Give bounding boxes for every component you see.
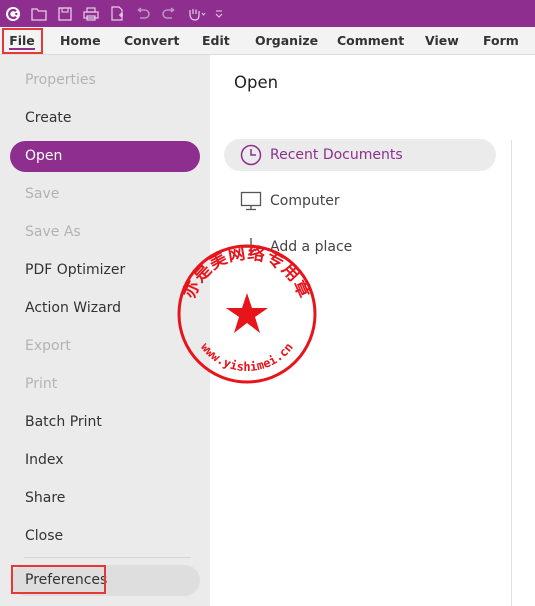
menu-item-pdf-optimizer[interactable]: PDF Optimizer (10, 255, 200, 286)
panel-divider (511, 140, 512, 606)
tab-comment[interactable]: Comment (337, 27, 404, 54)
menu-divider (24, 557, 191, 558)
menu-item-create[interactable]: Create (10, 103, 200, 134)
open-panel: Open Recent Documents Computer Add a pla… (210, 55, 535, 606)
option-recent-documents-label: Recent Documents (270, 147, 403, 163)
undo-icon[interactable] (130, 0, 156, 27)
ribbon-tabs: File Home Convert Edit Organize Comment … (0, 27, 535, 55)
menu-item-save-as[interactable]: Save As (10, 217, 200, 248)
option-computer-label: Computer (270, 193, 340, 209)
menu-item-save[interactable]: Save (10, 179, 200, 210)
hand-tool-icon[interactable] (182, 0, 212, 27)
option-recent-documents[interactable]: Recent Documents (224, 139, 496, 171)
app-logo-icon[interactable] (0, 0, 26, 27)
open-folder-icon[interactable] (26, 0, 52, 27)
menu-item-batch-print[interactable]: Batch Print (10, 407, 200, 438)
menu-item-share[interactable]: Share (10, 483, 200, 514)
file-tab-highlight-box (2, 28, 43, 54)
panel-title: Open (234, 73, 279, 92)
monitor-icon (240, 190, 262, 212)
tab-form[interactable]: Form (483, 27, 519, 54)
tab-home[interactable]: Home (60, 27, 101, 54)
menu-item-properties[interactable]: Properties (10, 65, 200, 96)
preferences-highlight-box (11, 565, 106, 594)
menu-item-export[interactable]: Export (10, 331, 200, 362)
quick-access-toolbar (0, 0, 535, 27)
option-add-a-place-label: Add a place (270, 239, 353, 255)
file-menu-sidebar: Properties Create Open Save Save As PDF … (0, 55, 210, 606)
menu-item-close[interactable]: Close (10, 521, 200, 552)
menu-item-index[interactable]: Index (10, 445, 200, 476)
new-document-icon[interactable] (104, 0, 130, 27)
menu-item-action-wizard[interactable]: Action Wizard (10, 293, 200, 324)
tab-organize[interactable]: Organize (255, 27, 318, 54)
option-computer[interactable]: Computer (224, 185, 496, 217)
option-add-a-place[interactable]: Add a place (224, 231, 496, 263)
plus-icon (240, 236, 262, 258)
print-icon[interactable] (78, 0, 104, 27)
tab-convert[interactable]: Convert (124, 27, 179, 54)
menu-item-print[interactable]: Print (10, 369, 200, 400)
customize-dropdown-icon[interactable] (212, 0, 226, 27)
menu-item-open[interactable]: Open (10, 141, 200, 172)
tab-edit[interactable]: Edit (202, 27, 230, 54)
clock-icon (240, 144, 262, 166)
save-icon[interactable] (52, 0, 78, 27)
tab-view[interactable]: View (425, 27, 459, 54)
redo-icon[interactable] (156, 0, 182, 27)
